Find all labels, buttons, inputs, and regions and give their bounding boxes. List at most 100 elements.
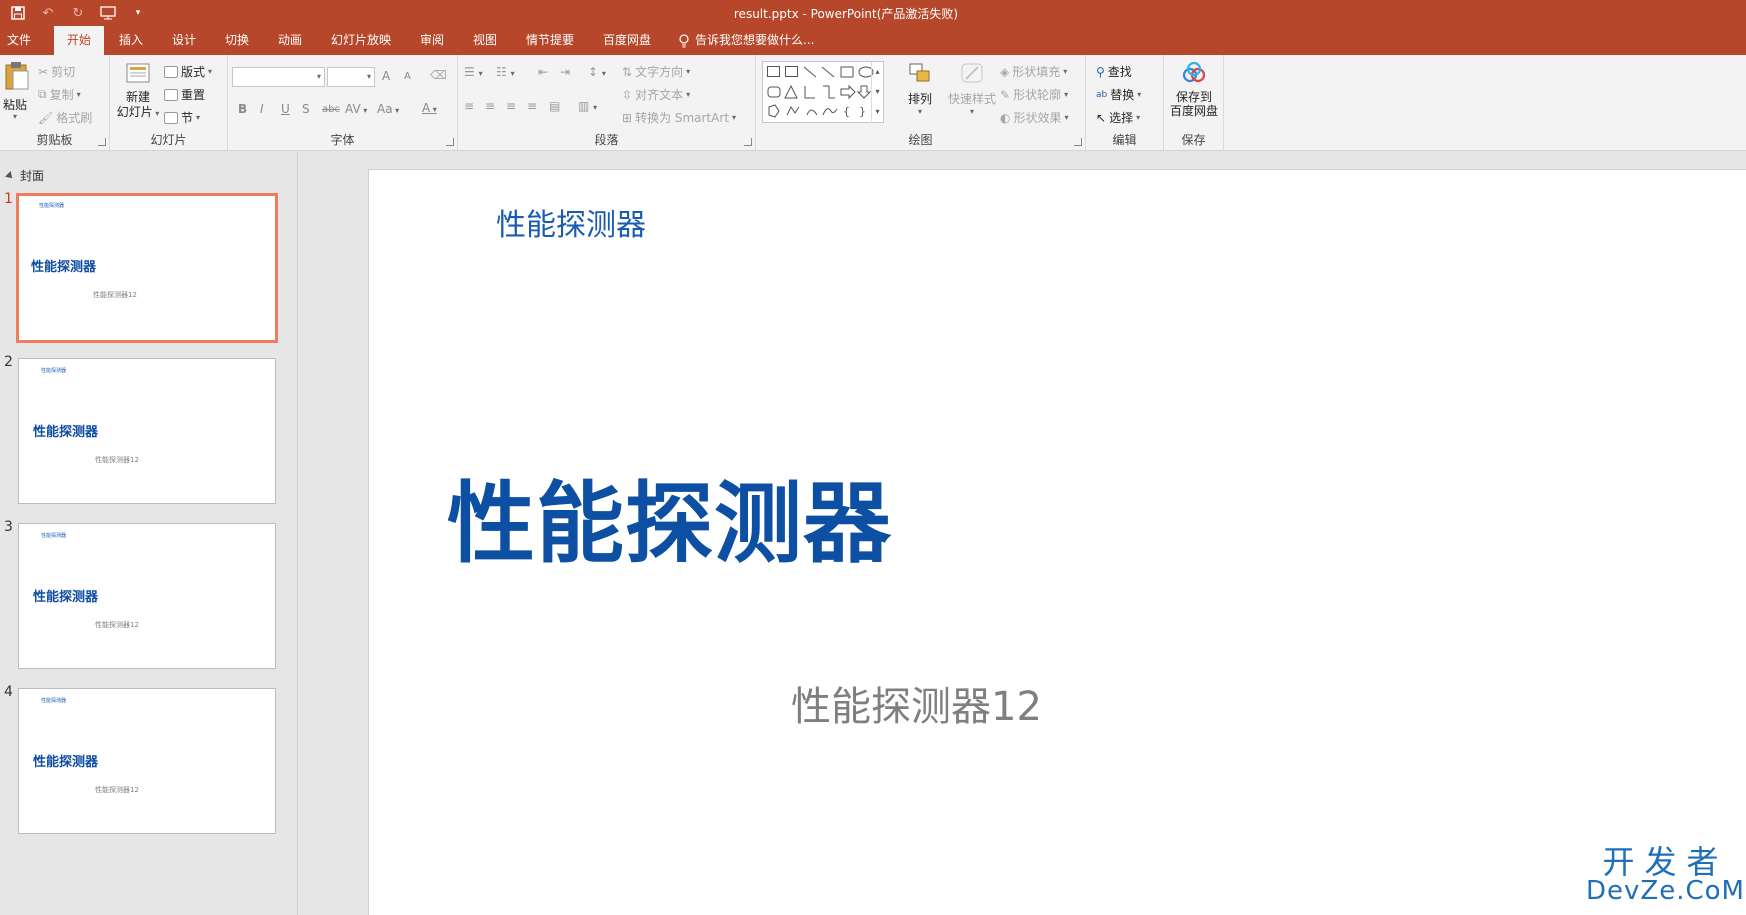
group-label-paragraph: 段落	[594, 133, 619, 147]
lightbulb-icon	[679, 33, 689, 47]
shape-fill-button[interactable]: ◈ 形状填充 ▾	[1000, 63, 1067, 80]
shapes-gallery[interactable]: {} ▴ ▾ ▾	[762, 61, 884, 124]
font-size-dropdown-icon: ▾	[366, 72, 371, 81]
columns-icon[interactable]: ▥ ▾	[578, 99, 597, 113]
tab-design[interactable]: 设计	[165, 26, 203, 55]
bullets-icon[interactable]: ☰ ▾	[464, 65, 483, 79]
watermark-logo: 开发者 DevZe.CoM	[1586, 846, 1745, 904]
group-save: 保存到 百度网盘 保存	[1164, 55, 1224, 151]
new-slide-label-2: 幻灯片 ▾	[116, 105, 160, 119]
shrink-font-button[interactable]: A	[404, 71, 411, 82]
line-spacing-icon[interactable]: ↕ ▾	[588, 65, 606, 79]
save-to-baidu-button[interactable]: 保存到 百度网盘	[1166, 61, 1222, 127]
increase-indent-icon[interactable]: ⇥	[560, 65, 570, 79]
find-button[interactable]: ⚲ 查找	[1096, 63, 1132, 80]
shape-outline-button[interactable]: ✎ 形状轮廓 ▾	[1000, 86, 1068, 103]
align-text-button[interactable]: ⇳ 对齐文本 ▾	[622, 86, 690, 103]
font-launcher-icon[interactable]	[446, 138, 454, 146]
slide-subtitle[interactable]: 性能探测器12	[791, 674, 1042, 732]
clear-formatting-icon[interactable]: ⌫	[430, 68, 447, 82]
save-baidu-label-1: 保存到	[1175, 90, 1212, 104]
vertical-textbox-shape-icon[interactable]	[785, 66, 798, 77]
decrease-indent-icon[interactable]: ⇤	[538, 65, 548, 79]
new-slide-button[interactable]: 新建 幻灯片 ▾	[114, 61, 162, 127]
paragraph-launcher-icon[interactable]	[744, 138, 752, 146]
replace-button[interactable]: ab 替换 ▾	[1096, 86, 1141, 103]
watermark-line-1: 开发者	[1602, 843, 1729, 881]
reset-button[interactable]: 重置	[164, 86, 205, 103]
copy-button[interactable]: ⧉ 复制 ▾	[38, 86, 81, 103]
paste-button[interactable]: 粘贴 ▾	[3, 61, 30, 123]
slide-thumbnail-1[interactable]: 性能探测器 性能探测器 性能探测器12	[16, 193, 278, 343]
arrange-button[interactable]: 排列 ▾	[904, 61, 936, 127]
clipboard-launcher-icon[interactable]	[98, 138, 106, 146]
quick-styles-label: 快速样式	[947, 92, 996, 106]
basic-shapes-icon[interactable]	[767, 84, 872, 100]
slide-thumbnail-4[interactable]: 性能探测器 性能探测器 性能探测器12	[18, 688, 276, 834]
change-case-button[interactable]: Aa ▾	[377, 102, 399, 116]
layout-icon	[164, 65, 178, 78]
collapse-triangle-icon[interactable]	[5, 170, 15, 181]
section-header[interactable]: 封面	[5, 167, 45, 184]
numbering-icon[interactable]: ☷ ▾	[496, 65, 515, 79]
slide-canvas[interactable]: 性能探测器 性能探测器 性能探测器12	[368, 169, 1746, 915]
group-label-slides: 幻灯片	[150, 133, 187, 147]
new-slide-icon	[126, 63, 150, 83]
arrange-icon	[909, 63, 930, 82]
slide-small-title[interactable]: 性能探测器	[496, 200, 646, 244]
section-button[interactable]: 节 ▾	[164, 109, 200, 126]
shape-effects-button[interactable]: ◐ 形状效果 ▾	[1000, 109, 1069, 126]
tab-insert[interactable]: 插入	[112, 26, 150, 55]
align-right-icon[interactable]: ≡	[506, 99, 516, 113]
pen-icon: ✎	[1000, 87, 1011, 102]
new-slide-label-1: 新建	[125, 90, 150, 104]
slide-thumbnail-3[interactable]: 性能探测器 性能探测器 性能探测器12	[18, 523, 276, 669]
tab-home[interactable]: 开始	[54, 26, 104, 55]
format-painter-button[interactable]: 🖌 格式刷	[38, 109, 92, 126]
slide-title[interactable]: 性能探测器	[447, 453, 892, 580]
shapes-scroll[interactable]: ▴ ▾ ▾	[871, 62, 883, 124]
distributed-icon[interactable]: ▤	[549, 99, 560, 113]
font-name-combo[interactable]: ▾	[232, 67, 325, 87]
text-shadow-button[interactable]: S	[302, 102, 310, 116]
group-label-font: 字体	[330, 133, 355, 147]
cut-button[interactable]: ✂ 剪切	[38, 63, 75, 80]
svg-text:{: {	[843, 105, 850, 118]
tab-review[interactable]: 审阅	[413, 26, 451, 55]
tab-transitions[interactable]: 切换	[218, 26, 256, 55]
more-shapes-icon[interactable]: {}	[767, 103, 872, 119]
justify-icon[interactable]: ≡	[527, 99, 537, 113]
strikethrough-button[interactable]: abc	[322, 104, 340, 115]
bold-button[interactable]: B	[238, 102, 247, 116]
align-text-icon: ⇳	[622, 87, 633, 102]
tab-slideshow[interactable]: 幻灯片放映	[324, 26, 398, 55]
line-shapes-icon[interactable]	[803, 65, 863, 79]
tab-view[interactable]: 视图	[466, 26, 504, 55]
drawing-launcher-icon[interactable]	[1074, 138, 1082, 146]
tab-animations[interactable]: 动画	[271, 26, 309, 55]
italic-button[interactable]: I	[260, 102, 264, 116]
align-left-icon[interactable]: ≡	[464, 99, 474, 113]
underline-button[interactable]: U	[281, 102, 290, 116]
section-name: 封面	[20, 169, 45, 183]
replace-icon: ab	[1096, 89, 1108, 100]
window-title: result.pptx - PowerPoint(产品激活失败)	[733, 7, 959, 21]
quick-styles-button[interactable]: 快速样式 ▾	[946, 61, 998, 127]
tab-storyboard[interactable]: 情节提要	[519, 26, 581, 55]
tab-file[interactable]: 文件	[0, 26, 38, 55]
convert-smartart-button[interactable]: ⊞ 转换为 SmartArt ▾	[622, 109, 736, 126]
align-center-icon[interactable]: ≡	[485, 99, 495, 113]
layout-button[interactable]: 版式 ▾	[164, 63, 212, 80]
text-direction-button[interactable]: ⇅ 文字方向 ▾	[622, 63, 690, 80]
slide-number: 2	[4, 354, 13, 370]
grow-font-button[interactable]: A	[382, 69, 390, 83]
character-spacing-button[interactable]: AV ▾	[345, 102, 367, 116]
font-color-button[interactable]: A ▾	[422, 101, 437, 115]
textbox-shape-icon[interactable]	[767, 66, 780, 77]
thumb-small-title: 性能探测器	[41, 533, 67, 539]
select-button[interactable]: ↖ 选择 ▾	[1096, 109, 1140, 126]
font-size-combo[interactable]: ▾	[327, 67, 375, 87]
tab-baidu-netdisk[interactable]: 百度网盘	[596, 26, 658, 55]
slide-thumbnail-2[interactable]: 性能探测器 性能探测器 性能探测器12	[18, 358, 276, 504]
tell-me-box[interactable]: 告诉我您想要做什么...	[678, 26, 814, 55]
